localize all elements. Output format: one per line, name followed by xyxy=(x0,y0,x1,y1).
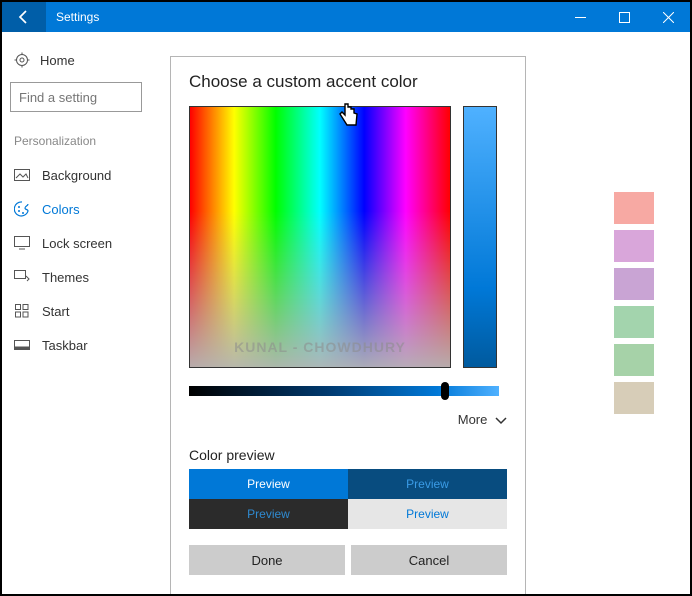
color-spectrum[interactable]: KUNAL - CHOWDHURY xyxy=(189,106,451,368)
gear-icon xyxy=(14,52,30,68)
picture-icon xyxy=(14,167,30,183)
sidebar-item-background[interactable]: Background xyxy=(10,158,154,192)
recent-colors xyxy=(614,192,654,414)
section-header: Personalization xyxy=(10,130,154,158)
sidebar-item-taskbar[interactable]: Taskbar xyxy=(10,328,154,362)
settings-window: Settings Home Personalization Background… xyxy=(0,0,692,596)
dialog-title: Choose a custom accent color xyxy=(189,72,507,92)
value-strip[interactable] xyxy=(463,106,497,368)
color-swatch[interactable] xyxy=(614,344,654,376)
cancel-button[interactable]: Cancel xyxy=(351,545,507,575)
more-toggle[interactable]: More xyxy=(189,412,507,427)
search-input[interactable] xyxy=(10,82,142,112)
close-button[interactable] xyxy=(646,2,690,32)
maximize-button[interactable] xyxy=(602,2,646,32)
window-controls xyxy=(558,2,690,32)
hue-slider[interactable] xyxy=(189,386,499,396)
sidebar-item-lock-screen[interactable]: Lock screen xyxy=(10,226,154,260)
arrow-left-icon xyxy=(16,9,32,25)
sidebar-item-colors[interactable]: Colors xyxy=(10,192,154,226)
palette-icon xyxy=(14,201,30,217)
color-picker-dialog: Choose a custom accent color KUNAL - CHO… xyxy=(170,56,526,596)
taskbar-icon xyxy=(14,337,30,353)
close-icon xyxy=(663,12,674,23)
back-button[interactable] xyxy=(2,2,46,32)
minimize-button[interactable] xyxy=(558,2,602,32)
slider-thumb[interactable] xyxy=(441,382,449,400)
color-swatch[interactable] xyxy=(614,192,654,224)
watermark-text: KUNAL - CHOWDHURY xyxy=(190,339,450,355)
preview-tile-dark-accent[interactable]: Preview xyxy=(348,469,507,499)
color-swatch[interactable] xyxy=(614,382,654,414)
minimize-icon xyxy=(575,12,586,23)
color-swatch[interactable] xyxy=(614,306,654,338)
home-link[interactable]: Home xyxy=(10,46,154,74)
sidebar-item-label: Taskbar xyxy=(42,338,88,353)
hand-cursor-icon xyxy=(336,101,362,136)
window-title: Settings xyxy=(46,10,558,24)
preview-grid: Preview Preview Preview Preview xyxy=(189,469,507,529)
sidebar-item-label: Background xyxy=(42,168,111,183)
maximize-icon xyxy=(619,12,630,23)
preview-tile-light-accent[interactable]: Preview xyxy=(189,469,348,499)
preview-tile-dark-bg[interactable]: Preview xyxy=(189,499,348,529)
home-label: Home xyxy=(40,53,75,68)
chevron-down-icon xyxy=(495,416,507,426)
monitor-icon xyxy=(14,235,30,251)
preview-header: Color preview xyxy=(189,447,507,463)
sidebar-item-label: Colors xyxy=(42,202,80,217)
sidebar-item-start[interactable]: Start xyxy=(10,294,154,328)
grid-icon xyxy=(14,303,30,319)
preview-tile-light-bg[interactable]: Preview xyxy=(348,499,507,529)
done-button[interactable]: Done xyxy=(189,545,345,575)
content-area: Home Personalization Background Colors L… xyxy=(2,32,690,594)
color-swatch[interactable] xyxy=(614,268,654,300)
sidebar-item-label: Lock screen xyxy=(42,236,112,251)
brush-icon xyxy=(14,269,30,285)
dialog-buttons: Done Cancel xyxy=(189,545,507,575)
sidebar-item-themes[interactable]: Themes xyxy=(10,260,154,294)
sidebar-item-label: Themes xyxy=(42,270,89,285)
titlebar: Settings xyxy=(2,2,690,32)
more-label: More xyxy=(458,412,488,427)
sidebar-item-label: Start xyxy=(42,304,69,319)
sidebar: Home Personalization Background Colors L… xyxy=(2,32,162,594)
color-swatch[interactable] xyxy=(614,230,654,262)
